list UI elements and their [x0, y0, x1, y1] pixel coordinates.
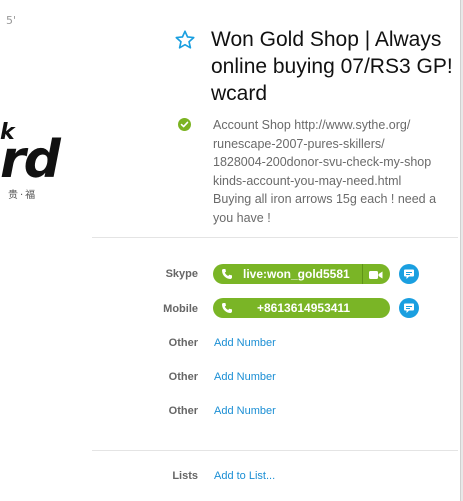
pill-separator: [362, 264, 363, 284]
mobile-label: Mobile: [163, 303, 198, 315]
chat-icon[interactable]: [399, 298, 419, 318]
skype-call-button[interactable]: live:won_gold5581: [213, 264, 390, 284]
other-label: Other: [168, 337, 198, 349]
star-icon[interactable]: [174, 29, 196, 51]
mood-line: kinds-account-you-may-need.html: [213, 173, 402, 188]
mobile-number: +8613614953411: [257, 301, 351, 315]
background-text-fragment: rd: [0, 130, 61, 190]
mood-line: you have !: [213, 210, 271, 225]
add-to-list-link[interactable]: Add to List...: [214, 470, 275, 482]
section-divider: [92, 237, 458, 238]
mood-line: runescape-2007-pures-skillers/: [213, 136, 385, 151]
other-label: Other: [168, 371, 198, 383]
mood-line: Buying all iron arrows 15g each ! need a: [213, 192, 437, 206]
skype-label: Skype: [165, 268, 198, 280]
lists-label: Lists: [172, 470, 198, 482]
video-icon[interactable]: [369, 269, 383, 283]
add-number-link[interactable]: Add Number: [214, 371, 276, 383]
add-number-link[interactable]: Add Number: [214, 337, 276, 349]
mood-line: Account Shop http://www.sythe.org/: [213, 118, 411, 132]
mobile-call-button[interactable]: +8613614953411: [213, 298, 390, 318]
background-text-fragment: 贵·福: [8, 190, 38, 201]
mood-line: 1828004-200donor-svu-check-my-shop: [213, 155, 432, 169]
background-text-fragment: 5': [6, 14, 17, 27]
skype-id: live:won_gold5581: [243, 267, 350, 281]
contact-display-name: Won Gold Shop | Always online buying 07/…: [211, 28, 453, 105]
add-number-link[interactable]: Add Number: [214, 405, 276, 417]
phone-icon: [221, 268, 233, 280]
mood-message: Account Shop http://www.sythe.org/ runes…: [213, 116, 458, 227]
section-divider: [92, 450, 458, 451]
mood-check-icon: [178, 118, 191, 131]
chat-icon[interactable]: [399, 264, 419, 284]
background-window-fragment: 5' k rd 贵·福: [0, 0, 92, 501]
other-label: Other: [168, 405, 198, 417]
phone-icon: [221, 302, 233, 314]
